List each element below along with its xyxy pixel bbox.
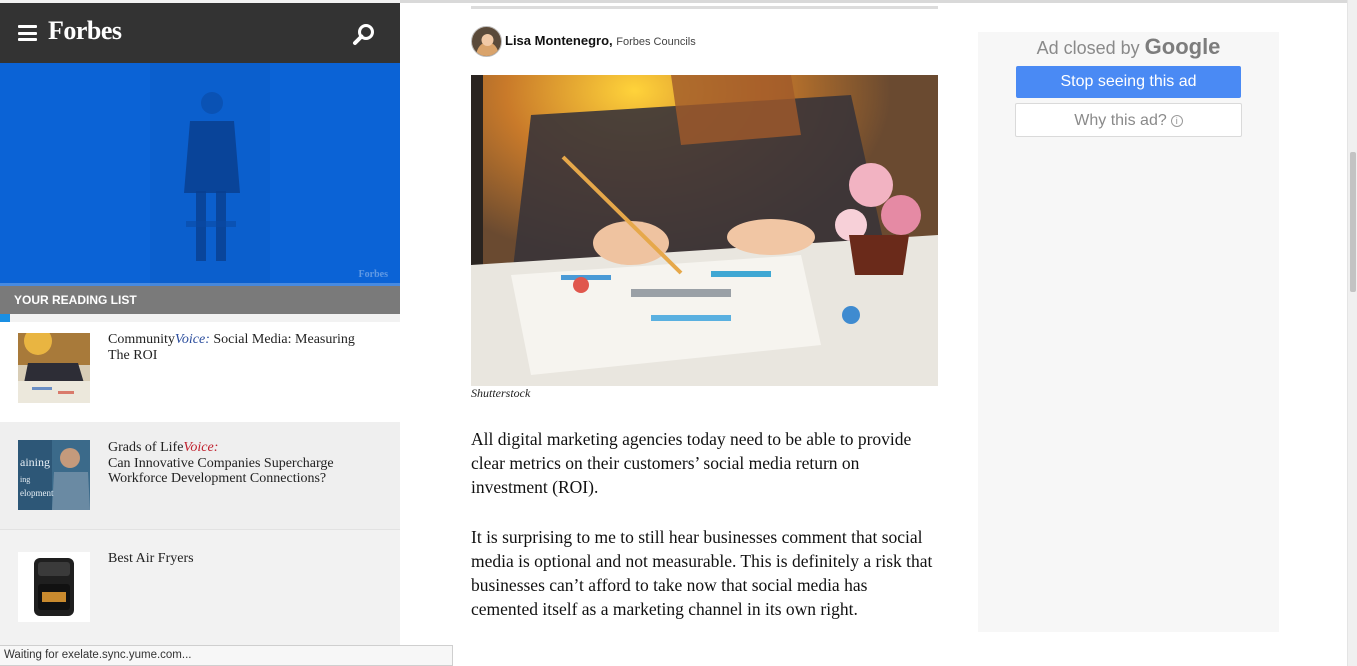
google-logo: Google: [1144, 34, 1221, 59]
item-brand: Grads of Life: [108, 440, 184, 455]
svg-text:aining: aining: [20, 455, 50, 469]
article-hero-image: [471, 75, 938, 386]
stop-seeing-ad-button[interactable]: Stop seeing this ad: [1016, 66, 1241, 98]
item-headline: Best Air Fryers: [108, 551, 194, 566]
article-thumbnail: [18, 552, 90, 622]
vertical-scrollbar[interactable]: [1347, 0, 1357, 666]
article-thumbnail: [18, 333, 90, 403]
forbes-logo[interactable]: Forbes: [48, 16, 122, 46]
reading-list-item[interactable]: Best Air Fryers: [0, 531, 400, 641]
svg-text:elopment: elopment: [20, 488, 54, 498]
why-this-ad-button[interactable]: Why this ad? i: [1015, 103, 1242, 137]
item-headline: Can Innovative Companies Supercharge Wor…: [108, 455, 334, 487]
reading-list-item-title[interactable]: CommunityVoice: Social Media: Measuring …: [108, 332, 378, 363]
video-watermark: Forbes: [358, 269, 388, 280]
article-paragraph: It is surprising to me to still hear bus…: [471, 527, 933, 619]
hamburger-menu-icon[interactable]: [18, 25, 37, 41]
svg-text:ing: ing: [20, 475, 30, 484]
reading-list-item[interactable]: CommunityVoice: Social Media: Measuring …: [0, 322, 400, 422]
voice-label: Voice:: [174, 332, 210, 347]
search-icon[interactable]: [352, 23, 376, 47]
voice-label: Voice:: [183, 440, 219, 455]
ad-closed-text: Ad closed by: [1036, 38, 1140, 58]
author-byline[interactable]: Lisa Montenegro, Forbes Councils: [505, 33, 696, 48]
article-paragraph: All digital marketing agencies today nee…: [471, 429, 912, 497]
sidebar: Forbes Forbes YOUR READING LIST Communit…: [0, 0, 400, 666]
author-avatar[interactable]: [471, 26, 502, 57]
info-icon: i: [1170, 115, 1183, 127]
scrollbar-thumb[interactable]: [1350, 152, 1356, 292]
why-this-ad-label: Why this ad?: [1074, 112, 1167, 129]
author-org[interactable]: Forbes Councils: [616, 36, 695, 48]
video-player[interactable]: Forbes: [0, 63, 400, 286]
reading-list-item[interactable]: aining ing elopment Grads of LifeVoice: …: [0, 422, 400, 530]
item-brand: Community: [108, 332, 175, 347]
article-top-rule: [471, 6, 938, 9]
author-name[interactable]: Lisa Montenegro,: [505, 33, 613, 48]
article-thumbnail: aining ing elopment: [18, 440, 90, 510]
reading-list-item-title[interactable]: Best Air Fryers: [108, 551, 378, 567]
reading-list-title: YOUR READING LIST: [0, 286, 400, 314]
forbes-header-bar: Forbes: [0, 3, 400, 63]
ad-closed-notice: Ad closed by Google: [978, 34, 1279, 60]
image-caption: Shutterstock: [471, 386, 531, 400]
video-frame-image: [0, 63, 400, 286]
browser-status-bar: Waiting for exelate.sync.yume.com...: [0, 645, 453, 666]
reading-list-item-title[interactable]: Grads of LifeVoice: Can Innovative Compa…: [108, 440, 378, 487]
